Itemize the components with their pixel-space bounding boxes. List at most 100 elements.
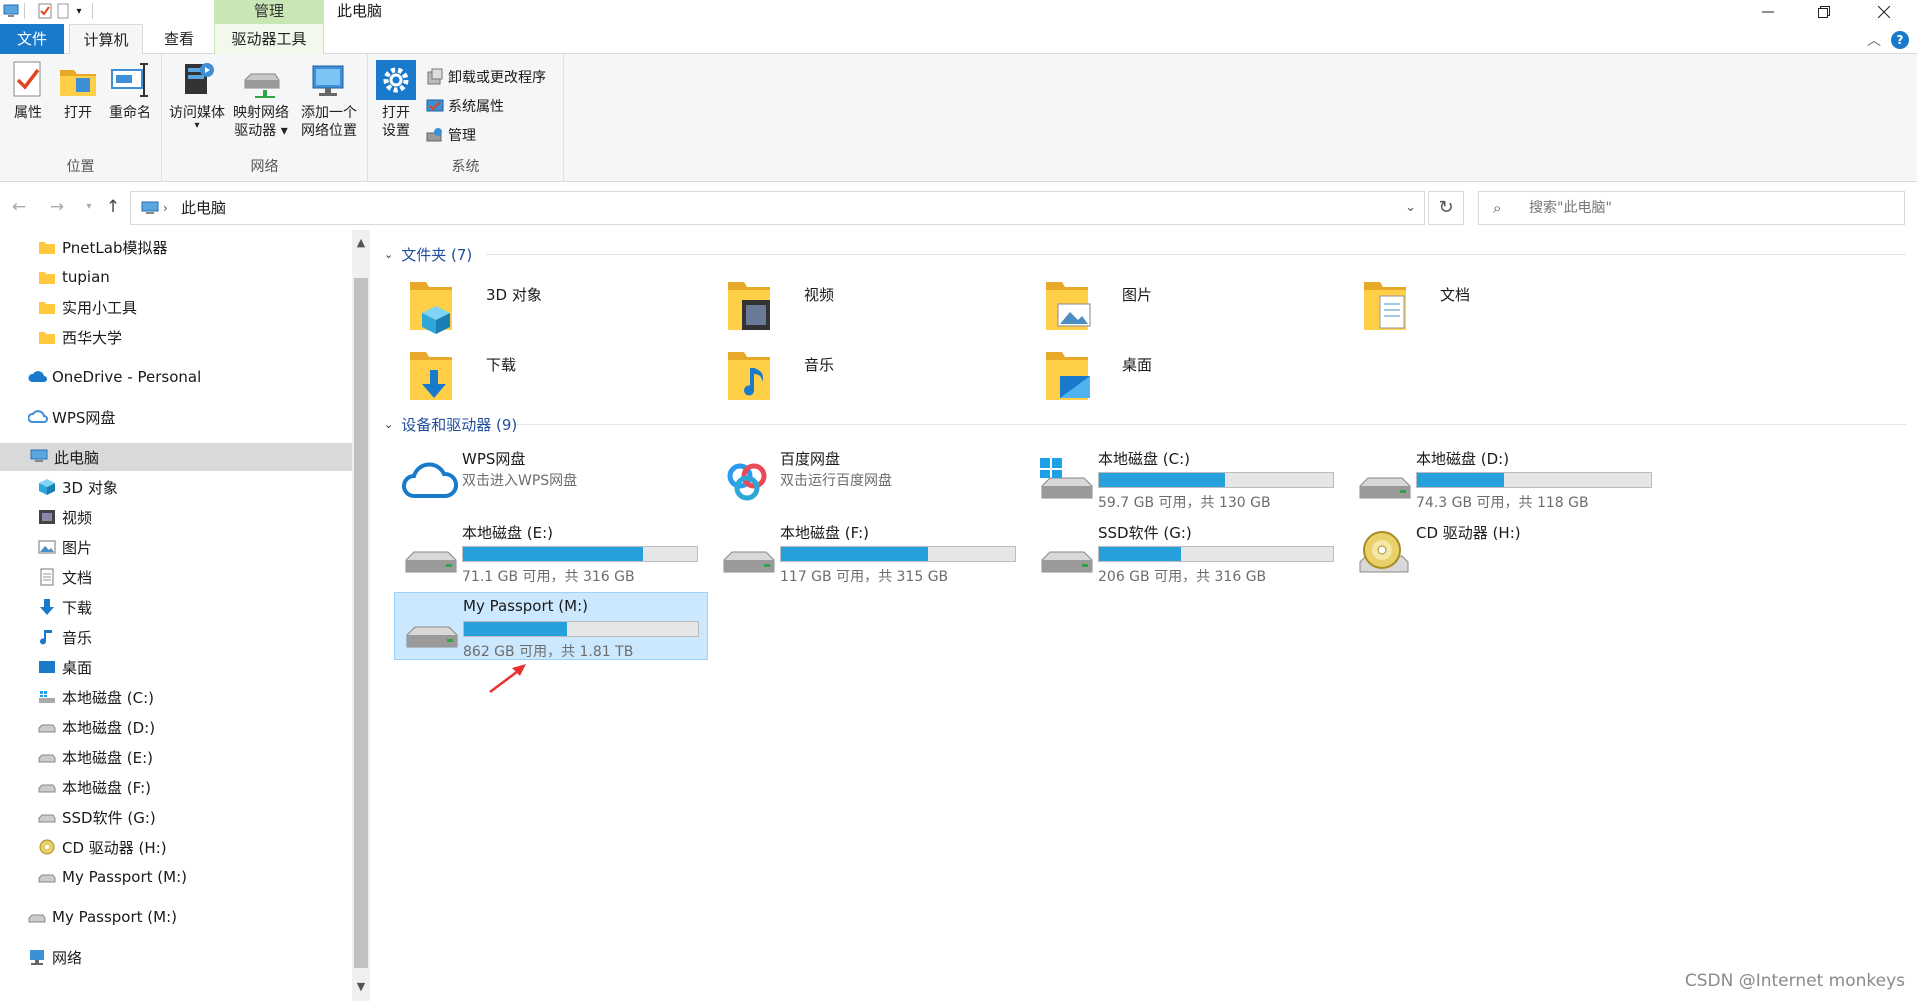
- up-button[interactable]: ↑: [102, 196, 124, 218]
- tab-view[interactable]: 查看: [150, 24, 208, 54]
- properties-button[interactable]: 属性: [6, 60, 50, 122]
- uninstall-icon: [426, 68, 444, 86]
- restore-icon: [1818, 6, 1830, 18]
- drive-baidu-cloud[interactable]: 百度网盘 双击运行百度网盘: [712, 444, 1026, 512]
- document-icon: [38, 568, 56, 586]
- system-drive-icon: [38, 688, 56, 706]
- video-icon: [38, 508, 56, 526]
- nav-item-desktop[interactable]: 桌面: [38, 653, 92, 681]
- nav-item-music[interactable]: 音乐: [38, 623, 92, 651]
- minimize-button[interactable]: [1740, 0, 1796, 24]
- nav-item-drive-h[interactable]: CD 驱动器 (H:): [38, 833, 167, 861]
- nav-item-documents[interactable]: 文档: [38, 563, 92, 591]
- nav-item-wps[interactable]: WPS网盘: [27, 403, 115, 431]
- manage-computer-icon: [426, 126, 444, 144]
- nav-item-drive-g[interactable]: SSD软件 (G:): [38, 803, 156, 831]
- folder-pictures[interactable]: 图片: [1034, 274, 1334, 340]
- breadcrumb[interactable]: 此电脑: [181, 192, 226, 224]
- folder-picture-icon: [1042, 278, 1092, 334]
- properties-quick-icon[interactable]: [36, 2, 54, 20]
- scroll-down-icon[interactable]: ▼: [352, 978, 370, 996]
- customize-quick-access-icon[interactable]: ▾: [70, 2, 88, 20]
- help-icon[interactable]: ?: [1891, 31, 1909, 49]
- folder-videos[interactable]: 视频: [716, 274, 1016, 340]
- nav-pane-scrollbar[interactable]: ▲ ▼: [352, 230, 370, 1001]
- nav-item-my-passport[interactable]: My Passport (M:): [28, 903, 177, 931]
- refresh-button[interactable]: ↻: [1428, 191, 1464, 225]
- nav-item-drive-d[interactable]: 本地磁盘 (D:): [38, 713, 155, 741]
- hard-drive-icon: [402, 530, 458, 578]
- map-network-drive-button[interactable]: 映射网络 驱动器 ▾: [230, 60, 292, 140]
- wps-cloud-icon: [27, 408, 48, 426]
- back-button[interactable]: ←: [8, 196, 30, 218]
- content-area: ⌄ 文件夹 (7) 3D 对象 视频 图片 文档 下载 音乐 桌面 ⌄ 设备和驱…: [376, 230, 1917, 1001]
- drive-g[interactable]: SSD软件 (G:) 206 GB 可用，共 316 GB: [1030, 518, 1344, 586]
- rename-button[interactable]: 重命名: [104, 60, 156, 122]
- devices-group-header[interactable]: ⌄ 设备和驱动器 (9): [384, 412, 517, 436]
- ribbon-group-label: 系统: [451, 159, 480, 175]
- tab-computer[interactable]: 计算机: [69, 24, 143, 55]
- nav-item-3d-objects[interactable]: 3D 对象: [38, 473, 118, 501]
- drive-f[interactable]: 本地磁盘 (F:) 117 GB 可用，共 315 GB: [712, 518, 1026, 586]
- drive-e[interactable]: 本地磁盘 (E:) 71.1 GB 可用，共 316 GB: [394, 518, 708, 586]
- folders-group-header[interactable]: ⌄ 文件夹 (7): [384, 242, 472, 266]
- forward-button[interactable]: →: [46, 196, 68, 218]
- recent-locations-chevron-icon[interactable]: ▾: [78, 196, 100, 218]
- nav-item-drive-m[interactable]: My Passport (M:): [38, 863, 187, 891]
- nav-item-tools[interactable]: 实用小工具: [38, 293, 137, 321]
- folder-3d-objects[interactable]: 3D 对象: [398, 274, 698, 340]
- scroll-up-icon[interactable]: ▲: [352, 234, 370, 252]
- access-media-button[interactable]: 访问媒体 ▾: [166, 60, 228, 131]
- search-input[interactable]: [1529, 192, 1889, 224]
- nav-item-downloads[interactable]: 下载: [38, 593, 92, 621]
- tab-drive-tools[interactable]: 驱动器工具: [214, 24, 324, 54]
- title-bar: ▾ 管理 此电脑: [0, 0, 1917, 24]
- add-network-location-button[interactable]: 添加一个 网络位置: [296, 60, 362, 140]
- drive-h-cd[interactable]: CD 驱动器 (H:): [1348, 518, 1662, 586]
- hard-drive-icon: [1038, 530, 1094, 578]
- restore-button[interactable]: [1796, 0, 1852, 24]
- drive-c[interactable]: 本地磁盘 (C:) 59.7 GB 可用，共 130 GB: [1030, 444, 1344, 512]
- address-bar[interactable]: › 此电脑 ⌄: [130, 191, 1425, 225]
- nav-item-pnetlab[interactable]: PnetLab模拟器: [38, 233, 167, 261]
- drive-m-my-passport[interactable]: My Passport (M:) 862 GB 可用，共 1.81 TB: [394, 592, 708, 660]
- this-pc-icon: [141, 200, 159, 220]
- folder-downloads[interactable]: 下载: [398, 344, 698, 410]
- nav-item-videos[interactable]: 视频: [38, 503, 92, 531]
- nav-item-onedrive[interactable]: OneDrive - Personal: [28, 363, 201, 391]
- nav-item-drive-c[interactable]: 本地磁盘 (C:): [38, 683, 154, 711]
- manage-button[interactable]: 管理: [426, 123, 476, 147]
- nav-item-tupian[interactable]: tupian: [38, 263, 110, 291]
- tab-file[interactable]: 文件: [0, 24, 64, 54]
- scroll-thumb[interactable]: [354, 278, 368, 968]
- download-arrow-icon: [38, 598, 56, 616]
- nav-item-network[interactable]: 网络: [28, 943, 82, 971]
- drive-usage-bar: [1098, 546, 1334, 562]
- breadcrumb-chevron-icon[interactable]: ›: [163, 192, 168, 224]
- hard-drive-icon: [38, 868, 56, 886]
- open-button[interactable]: 打开: [56, 60, 100, 122]
- folder-documents[interactable]: 文档: [1352, 274, 1652, 340]
- system-properties-button[interactable]: 系统属性: [426, 94, 504, 118]
- network-drive-icon: [241, 60, 281, 100]
- nav-item-drive-e[interactable]: 本地磁盘 (E:): [38, 743, 153, 771]
- hard-drive-icon: [403, 605, 459, 653]
- drive-wps-cloud[interactable]: WPS网盘 双击进入WPS网盘: [394, 444, 708, 512]
- nav-item-xihua[interactable]: 西华大学: [38, 323, 122, 351]
- close-button[interactable]: [1856, 0, 1912, 24]
- search-box[interactable]: ⌕: [1478, 191, 1905, 225]
- ribbon-group-network: 访问媒体 ▾ 映射网络 驱动器 ▾ 添加一个 网络位置 网络: [162, 54, 368, 182]
- uninstall-program-button[interactable]: 卸载或更改程序: [426, 65, 546, 89]
- chevron-down-icon: ⌄: [384, 417, 394, 431]
- nav-item-pictures[interactable]: 图片: [38, 533, 92, 561]
- close-icon: [1878, 6, 1890, 18]
- nav-item-this-pc[interactable]: 此电脑: [0, 443, 352, 471]
- nav-item-drive-f[interactable]: 本地磁盘 (F:): [38, 773, 151, 801]
- drive-d[interactable]: 本地磁盘 (D:) 74.3 GB 可用，共 118 GB: [1348, 444, 1662, 512]
- collapse-ribbon-icon[interactable]: ︿: [1867, 30, 1881, 50]
- folder-music[interactable]: 音乐: [716, 344, 1016, 410]
- address-dropdown-chevron-icon[interactable]: ⌄: [1405, 192, 1416, 224]
- music-note-icon: [38, 628, 56, 646]
- open-settings-button[interactable]: 打开 设置: [374, 60, 418, 140]
- folder-desktop[interactable]: 桌面: [1034, 344, 1334, 410]
